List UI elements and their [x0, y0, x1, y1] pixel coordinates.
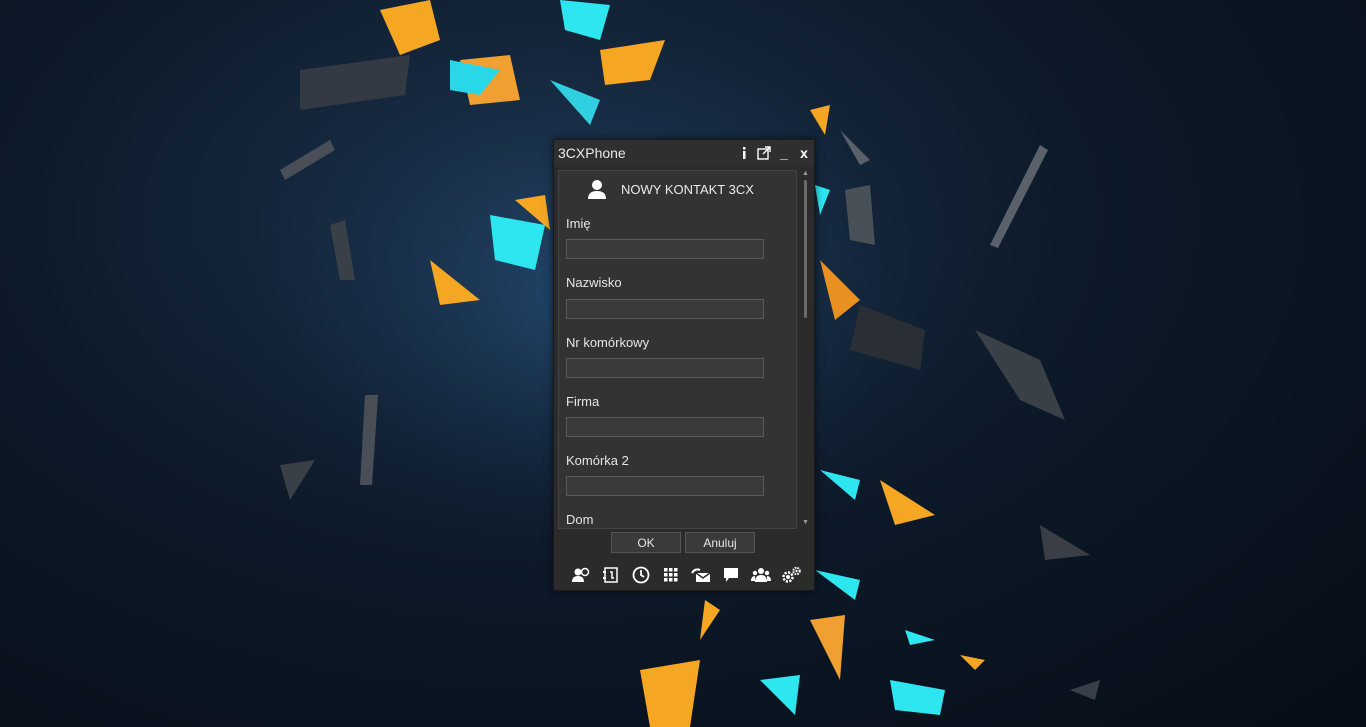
settings-icon[interactable]	[776, 564, 806, 586]
popout-icon[interactable]	[754, 142, 774, 164]
contacts-icon[interactable]	[596, 564, 626, 586]
cancel-button[interactable]: Anuluj	[685, 532, 755, 553]
title-bar[interactable]: 3CXPhone _ x	[554, 140, 814, 166]
mobile-2-input[interactable]	[566, 476, 764, 496]
dialog-buttons: OK Anuluj	[554, 532, 814, 554]
company-input[interactable]	[566, 417, 764, 437]
voicemail-icon[interactable]	[686, 564, 716, 586]
info-icon[interactable]	[734, 142, 754, 164]
scroll-up-icon[interactable]: ▲	[802, 170, 809, 178]
scroll-down-icon[interactable]: ▼	[802, 519, 809, 527]
conference-icon[interactable]	[746, 564, 776, 586]
chat-icon[interactable]	[716, 564, 746, 586]
bottom-toolbar	[566, 564, 806, 586]
window-title: 3CXPhone	[558, 145, 626, 161]
ok-button[interactable]: OK	[611, 532, 681, 553]
presence-icon[interactable]	[566, 564, 596, 586]
dialpad-icon[interactable]	[656, 564, 686, 586]
contact-form: NOWY KONTAKT 3CX Imię Nazwisko Nr komórk…	[558, 170, 797, 529]
form-scrollbar[interactable]: ▲ ▼	[801, 170, 810, 527]
field-label-mobile-2: Komórka 2	[566, 453, 629, 468]
first-name-input[interactable]	[566, 239, 764, 259]
minimize-button[interactable]: _	[774, 142, 794, 164]
field-label-home: Dom	[566, 512, 594, 527]
close-button[interactable]: x	[794, 142, 814, 164]
form-heading: NOWY KONTAKT 3CX	[621, 181, 754, 197]
last-name-input[interactable]	[566, 299, 764, 319]
form-header: NOWY KONTAKT 3CX	[559, 171, 796, 207]
scroll-thumb[interactable]	[804, 180, 807, 318]
mobile-input[interactable]	[566, 358, 764, 378]
phone-window: 3CXPhone _ x NOWY KONTAKT 3CX Imię Nazwi…	[553, 139, 815, 591]
field-label-company: Firma	[566, 394, 600, 409]
history-icon[interactable]	[626, 564, 656, 586]
field-label-first-name: Imię	[566, 216, 591, 231]
field-label-last-name: Nazwisko	[566, 275, 622, 290]
field-label-mobile: Nr komórkowy	[566, 335, 650, 350]
person-icon	[585, 177, 609, 201]
